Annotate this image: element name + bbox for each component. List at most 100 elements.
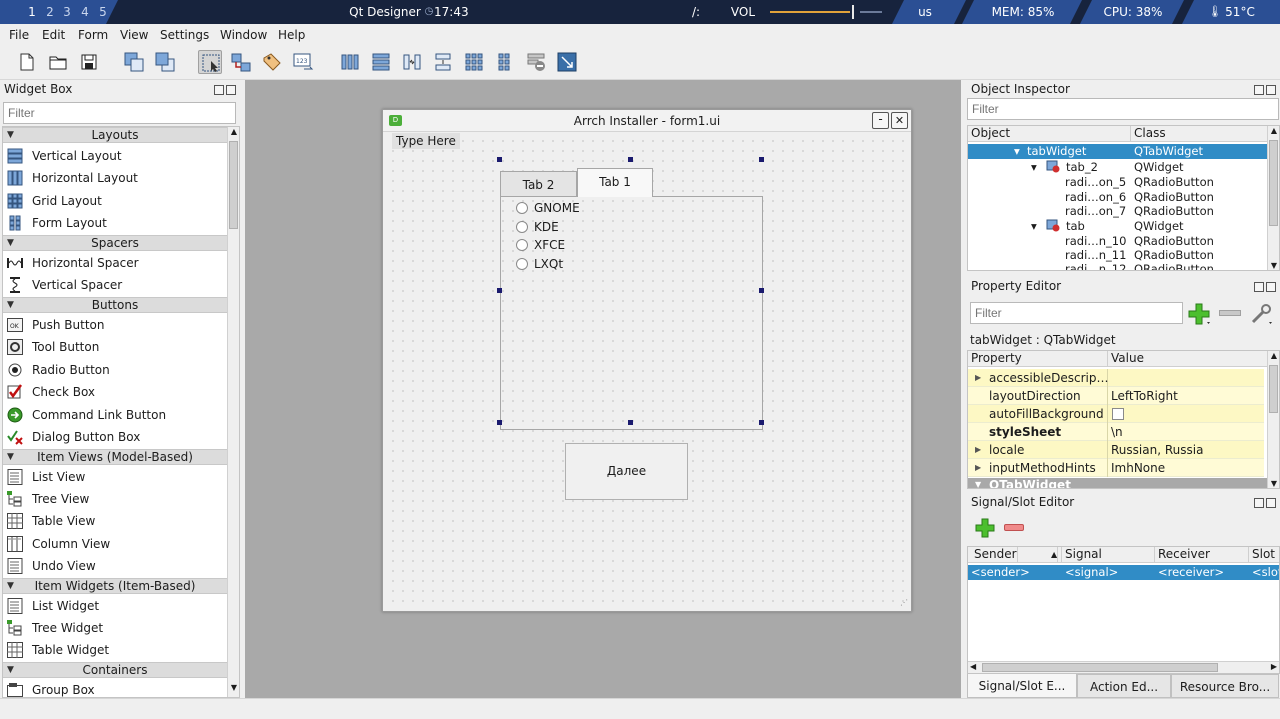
tab-action-editor[interactable]: Action Ed... — [1077, 674, 1171, 698]
menu-help[interactable]: Help — [278, 27, 305, 43]
widget-check-box[interactable]: Check Box — [3, 381, 227, 403]
column-object[interactable]: Object — [968, 126, 1131, 142]
layout-form-icon[interactable] — [493, 50, 517, 74]
edit-signals-slots-icon[interactable] — [229, 50, 253, 74]
save-form-icon[interactable] — [77, 50, 101, 74]
selection-handle[interactable] — [628, 157, 633, 162]
widget-vertical-layout[interactable]: Vertical Layout — [3, 145, 227, 167]
property-row[interactable]: ▶ locale Russian, Russia — [968, 441, 1264, 459]
object-inspector-filter[interactable] — [967, 98, 1279, 120]
next-button[interactable]: Далее — [565, 443, 688, 500]
scroll-up-icon[interactable]: ▲ — [229, 127, 239, 139]
property-row[interactable]: autoFillBackground — [968, 405, 1264, 423]
widget-column-view[interactable]: Column View — [3, 533, 227, 555]
widget-list-widget[interactable]: List Widget — [3, 595, 227, 617]
tree-object[interactable]: radi…on_6 — [1065, 190, 1126, 205]
property-row[interactable]: ▶ inputMethodHints ImhNone — [968, 459, 1264, 477]
widget-grid-layout[interactable]: Grid Layout — [3, 190, 227, 212]
widget-tree-widget[interactable]: Tree Widget — [3, 617, 227, 639]
close-icon[interactable] — [226, 85, 236, 95]
workspace-4[interactable]: 4 — [76, 0, 94, 24]
tree-object[interactable]: radi…n_10 — [1065, 234, 1126, 249]
tab-2[interactable]: Tab 2 — [500, 171, 577, 196]
tab-resource-browser[interactable]: Resource Bro... — [1171, 674, 1279, 698]
tab-signal-slot-editor[interactable]: Signal/Slot E... — [967, 674, 1077, 698]
scroll-right-icon[interactable]: ▶ — [1271, 662, 1277, 671]
form-titlebar[interactable]: D Arrch Installer - form1.ui - ✕ — [383, 110, 911, 132]
selection-handle[interactable] — [497, 288, 502, 293]
widget-form-layout[interactable]: Form Layout — [3, 212, 227, 234]
volume-knob[interactable] — [852, 5, 854, 19]
selection-handle[interactable] — [497, 420, 502, 425]
category-buttons[interactable]: ▼ Buttons — [3, 297, 227, 313]
widget-vertical-spacer[interactable]: Vertical Spacer — [3, 274, 227, 296]
category-item-views[interactable]: ▼ Item Views (Model-Based) — [3, 449, 227, 465]
property-row[interactable]: layoutDirection LeftToRight — [968, 387, 1264, 405]
widget-table-widget[interactable]: Table Widget — [3, 639, 227, 661]
bring-to-front-icon[interactable] — [153, 50, 177, 74]
scroll-thumb[interactable] — [229, 141, 238, 229]
tree-expand-icon[interactable]: ▾ — [1031, 219, 1037, 234]
remove-property-icon[interactable] — [1219, 310, 1241, 316]
scroll-down-icon[interactable]: ▼ — [229, 683, 239, 695]
column-receiver[interactable]: Receiver — [1155, 547, 1249, 563]
workspace-2[interactable]: 2 — [41, 0, 59, 24]
category-containers[interactable]: ▼ Containers — [3, 662, 227, 678]
size-grip-icon[interactable]: ⋰ — [900, 598, 908, 607]
selection-handle[interactable] — [759, 420, 764, 425]
category-spacers[interactable]: ▼ Spacers — [3, 235, 227, 251]
workspace-5[interactable]: 5 — [94, 0, 112, 24]
layout-horizontal-icon[interactable] — [338, 50, 362, 74]
object-tree-scrollbar[interactable]: ▲ ▼ — [1267, 126, 1279, 270]
column-sender[interactable]: Sender ▲ — [968, 547, 1062, 563]
edit-widgets-icon[interactable] — [198, 50, 222, 74]
category-layouts[interactable]: ▼ Layouts — [3, 127, 227, 143]
property-table-scrollbar[interactable]: ▲ ▼ — [1267, 351, 1279, 488]
scroll-thumb[interactable] — [1269, 365, 1278, 413]
break-layout-icon[interactable] — [524, 50, 548, 74]
type-here-menu[interactable]: Type Here — [392, 133, 460, 149]
edit-buddies-icon[interactable] — [260, 50, 284, 74]
widget-table-view[interactable]: Table View — [3, 510, 227, 532]
add-property-icon[interactable] — [1187, 302, 1213, 326]
tree-expand-icon[interactable]: ▾ — [1014, 144, 1020, 159]
layout-grid-icon[interactable] — [462, 50, 486, 74]
property-row[interactable]: styleSheet \n — [968, 423, 1264, 441]
float-icon[interactable] — [1254, 498, 1264, 508]
form-canvas[interactable]: Type Here Tab 2 Tab 1 GNOME KDE XFCE LXQ… — [384, 132, 910, 610]
close-icon[interactable] — [1266, 498, 1276, 508]
tree-object[interactable]: radi…on_5 — [1065, 175, 1126, 190]
selection-handle[interactable] — [759, 157, 764, 162]
widget-tree-view[interactable]: Tree View — [3, 488, 227, 510]
column-value[interactable]: Value — [1108, 351, 1268, 367]
menu-window[interactable]: Window — [220, 27, 267, 43]
category-item-widgets[interactable]: ▼ Item Widgets (Item-Based) — [3, 578, 227, 594]
column-slot[interactable]: Slot — [1249, 547, 1279, 563]
scroll-up-icon[interactable]: ▲ — [1269, 126, 1279, 135]
volume-level-bar[interactable] — [770, 11, 850, 13]
scroll-down-icon[interactable]: ▼ — [1269, 261, 1279, 270]
tree-expand-icon[interactable]: ▾ — [1031, 160, 1037, 175]
tree-object[interactable]: radi…on_7 — [1065, 204, 1126, 219]
connection-row[interactable]: <sender> <signal> <receiver> <slot> — [968, 565, 1279, 580]
selection-handle[interactable] — [628, 420, 633, 425]
layout-v-splitter-icon[interactable] — [431, 50, 455, 74]
tab-1[interactable]: Tab 1 — [577, 168, 653, 197]
connection-hscrollbar[interactable]: ◀ ▶ — [968, 661, 1279, 673]
scroll-left-icon[interactable]: ◀ — [970, 662, 976, 671]
edit-tab-order-icon[interactable]: 123 — [291, 50, 315, 74]
open-form-icon[interactable] — [46, 50, 70, 74]
adjust-size-icon[interactable] — [555, 50, 579, 74]
scroll-up-icon[interactable]: ▲ — [1269, 351, 1279, 360]
scroll-thumb[interactable] — [982, 663, 1218, 672]
workspace-3[interactable]: 3 — [58, 0, 76, 24]
widget-horizontal-spacer[interactable]: Horizontal Spacer — [3, 252, 227, 274]
widget-radio-button[interactable]: Radio Button — [3, 359, 227, 381]
selection-handle[interactable] — [497, 157, 502, 162]
menu-view[interactable]: View — [120, 27, 148, 43]
scroll-down-icon[interactable]: ▼ — [1269, 479, 1279, 488]
layout-h-splitter-icon[interactable] — [400, 50, 424, 74]
selection-handle[interactable] — [759, 288, 764, 293]
new-form-icon[interactable] — [15, 50, 39, 74]
menu-settings[interactable]: Settings — [160, 27, 209, 43]
